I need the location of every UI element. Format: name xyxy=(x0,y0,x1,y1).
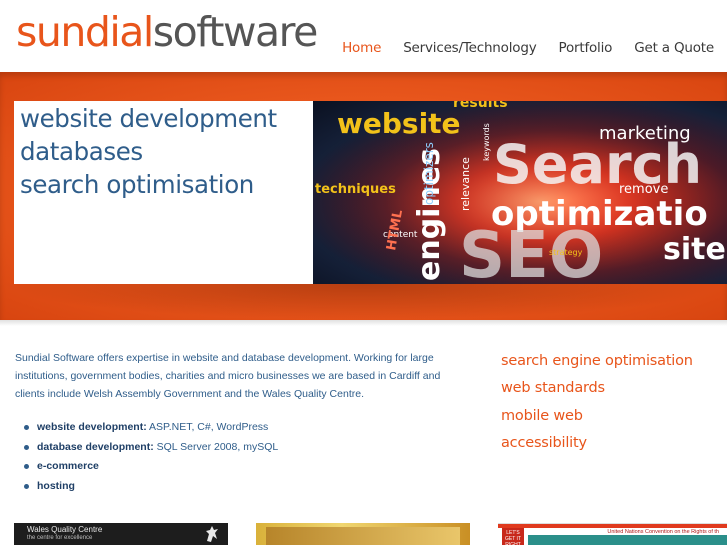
list-item: e-commerce xyxy=(24,457,278,477)
link-accessibility[interactable]: accessibility xyxy=(501,430,693,457)
intro-paragraph: Sundial Software offers expertise in web… xyxy=(15,352,441,400)
logo-text-software: software xyxy=(152,8,319,56)
link-search-engine-optimisation[interactable]: search engine optimisation xyxy=(501,348,693,375)
nav-item-get-a-quote[interactable]: Get a Quote xyxy=(634,40,714,56)
service-label: website development: xyxy=(37,421,147,433)
word-keywords: keywords xyxy=(482,123,491,161)
word-remove: remove xyxy=(619,182,668,197)
hero-line-databases: databases xyxy=(20,137,143,166)
list-item: database development: SQL Server 2008, m… xyxy=(24,438,278,458)
site-logo[interactable]: sundialsoftware xyxy=(16,6,319,58)
portfolio-thumb-un-convention[interactable]: LET'S GET IT RIGHT United Nations Conven… xyxy=(498,523,727,545)
portfolio-thumb-wales-quality-centre[interactable]: Wales Quality Centre the centre for exce… xyxy=(14,523,228,545)
link-web-standards[interactable]: web standards xyxy=(501,375,693,402)
hero-band-shadow xyxy=(0,284,727,320)
divider xyxy=(0,320,727,326)
thumb-header-bar xyxy=(498,524,727,528)
services-list: website development: ASP.NET, C#, WordPr… xyxy=(24,418,278,496)
main-nav: Home Services/Technology Portfolio Get a… xyxy=(342,40,714,56)
word-site: site xyxy=(663,232,726,267)
list-item: hosting xyxy=(24,477,278,497)
list-item: website development: ASP.NET, C#, WordPr… xyxy=(24,418,278,438)
word-optimizers: optimizers xyxy=(422,142,436,205)
side-links: search engine optimisation web standards… xyxy=(501,348,693,457)
word-relevance: relevance xyxy=(459,157,472,211)
service-detail: SQL Server 2008, mySQL xyxy=(153,440,279,453)
service-detail: ASP.NET, C#, WordPress xyxy=(146,421,269,433)
service-label: hosting xyxy=(37,479,75,492)
hero-line-website-development: website development xyxy=(20,104,277,133)
seo-word-cloud-image: website Search optimizatio SEO engines s… xyxy=(313,101,727,284)
thumb-banner xyxy=(528,535,727,545)
thumb-image xyxy=(266,527,460,545)
word-strategy: strategy xyxy=(549,248,583,257)
word-marketing: marketing xyxy=(599,123,691,144)
site-header: sundialsoftware Home Services/Technology… xyxy=(0,0,727,72)
thumb-badge: LET'S GET IT RIGHT xyxy=(502,528,524,545)
welsh-dragon-icon xyxy=(206,526,218,542)
link-mobile-web[interactable]: mobile web xyxy=(501,403,693,430)
word-website: website xyxy=(337,107,461,140)
nav-item-services-technology[interactable]: Services/Technology xyxy=(403,40,536,56)
service-label: database development: xyxy=(37,440,154,453)
service-label: e-commerce xyxy=(37,460,99,472)
hero-line-search-optimisation: search optimisation xyxy=(20,170,254,199)
logo-text-sundial: sundial xyxy=(16,8,154,56)
thumb-subtitle: the centre for excellence xyxy=(27,535,93,541)
portfolio-thumb-gold[interactable] xyxy=(256,523,470,545)
word-techniques: techniques xyxy=(315,182,396,197)
nav-item-portfolio[interactable]: Portfolio xyxy=(558,40,612,56)
thumb-title: Wales Quality Centre xyxy=(27,525,103,534)
word-results: results xyxy=(453,101,508,111)
hero-text-panel: website development databases search opt… xyxy=(14,101,313,284)
nav-item-home[interactable]: Home xyxy=(342,40,381,56)
word-cloud-graphic: website Search optimizatio SEO engines s… xyxy=(313,101,727,284)
